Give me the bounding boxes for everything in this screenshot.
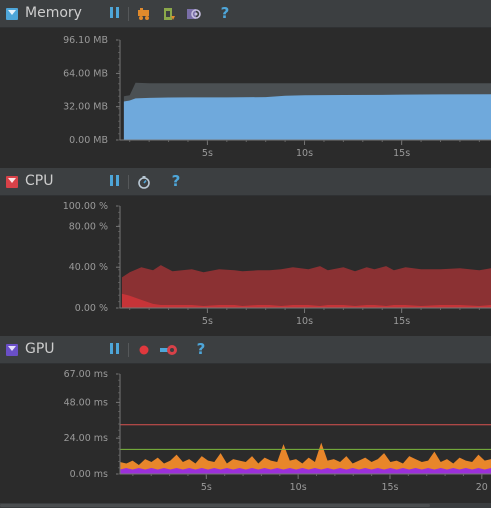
allocated-memory-area bbox=[123, 94, 491, 140]
y-tick-label: 24.00 ms bbox=[64, 433, 108, 444]
x-tick-label: 5s bbox=[202, 148, 213, 159]
y-tick-label: 96.10 MB bbox=[63, 35, 108, 46]
toolbar-divider bbox=[128, 175, 129, 189]
x-tick-label: 5s bbox=[201, 482, 212, 493]
help-icon[interactable]: ? bbox=[218, 6, 232, 21]
y-tick-label: 48.00 ms bbox=[64, 397, 108, 408]
x-tick-label: 5s bbox=[202, 316, 213, 327]
y-tick-label: 0.00 ms bbox=[70, 469, 108, 480]
memory-chart: 96.10 MB 64.00 MB 32.00 MB 0.00 MB 5s 10s 15s bbox=[0, 28, 491, 160]
y-tick-label: 100.00 % bbox=[63, 201, 108, 212]
x-tick-label: 10s bbox=[290, 482, 307, 493]
horizontal-scrollbar[interactable] bbox=[0, 503, 491, 508]
allocation-tracker-icon[interactable] bbox=[186, 6, 201, 20]
help-icon[interactable]: ? bbox=[194, 342, 208, 357]
y-tick-label: 0.00 MB bbox=[69, 135, 108, 146]
memory-icon bbox=[6, 8, 18, 20]
memory-pause-button[interactable] bbox=[108, 6, 122, 20]
gpu-icon bbox=[6, 344, 18, 356]
dump-heap-icon[interactable] bbox=[162, 6, 176, 20]
toolbar-divider bbox=[128, 343, 129, 357]
y-tick-label: 64.00 MB bbox=[63, 68, 108, 79]
user-cpu-area bbox=[121, 265, 491, 308]
cpu-plot: 100.00 % 80.00 % 40.00 % 0.00 % 5s 10s 15s bbox=[63, 201, 491, 327]
cpu-pause-button[interactable] bbox=[108, 174, 122, 188]
memory-title: Memory bbox=[25, 5, 82, 21]
scrollbar-thumb[interactable] bbox=[0, 504, 430, 507]
gpu-pause-button[interactable] bbox=[108, 342, 122, 356]
gpu-toolbar: GPU ? bbox=[0, 336, 491, 364]
y-tick-label: 67.00 ms bbox=[64, 369, 108, 380]
x-tick-label: 15s bbox=[381, 482, 398, 493]
toolbar-divider bbox=[128, 7, 129, 21]
gpu-plot: 67.00 ms 48.00 ms 24.00 ms 0.00 ms 5s 10s 15s 2… bbox=[64, 369, 491, 493]
record-icon[interactable] bbox=[137, 342, 151, 356]
x-tick-label: 15s bbox=[393, 148, 410, 159]
memory-plot: 96.10 MB 64.00 MB 32.00 MB 0.00 MB 5s 10s 15s bbox=[63, 35, 491, 159]
x-tick-label: 10s bbox=[296, 148, 313, 159]
y-tick-label: 80.00 % bbox=[69, 221, 108, 232]
cpu-chart: 100.00 % 80.00 % 40.00 % 0.00 % 5s 10s 15s bbox=[0, 196, 491, 328]
cpu-icon bbox=[6, 176, 18, 188]
y-tick-label: 0.00 % bbox=[75, 303, 108, 314]
gc-icon[interactable] bbox=[137, 6, 151, 20]
y-tick-label: 32.00 MB bbox=[63, 102, 108, 113]
memory-toolbar: Memory ? bbox=[0, 0, 491, 28]
capture-frame-icon[interactable] bbox=[160, 342, 177, 356]
help-icon[interactable]: ? bbox=[169, 174, 183, 189]
start-method-tracing-icon[interactable] bbox=[137, 174, 151, 189]
cpu-toolbar: CPU ? bbox=[0, 168, 491, 196]
gpu-title: GPU bbox=[25, 341, 55, 357]
y-tick-label: 40.00 % bbox=[69, 262, 108, 273]
x-tick-label: 20 bbox=[476, 482, 488, 493]
cpu-title: CPU bbox=[25, 173, 54, 189]
x-tick-label: 15s bbox=[393, 316, 410, 327]
gpu-chart: 67.00 ms 48.00 ms 24.00 ms 0.00 ms 5s 10s 15s 2… bbox=[0, 364, 491, 500]
x-tick-label: 10s bbox=[296, 316, 313, 327]
